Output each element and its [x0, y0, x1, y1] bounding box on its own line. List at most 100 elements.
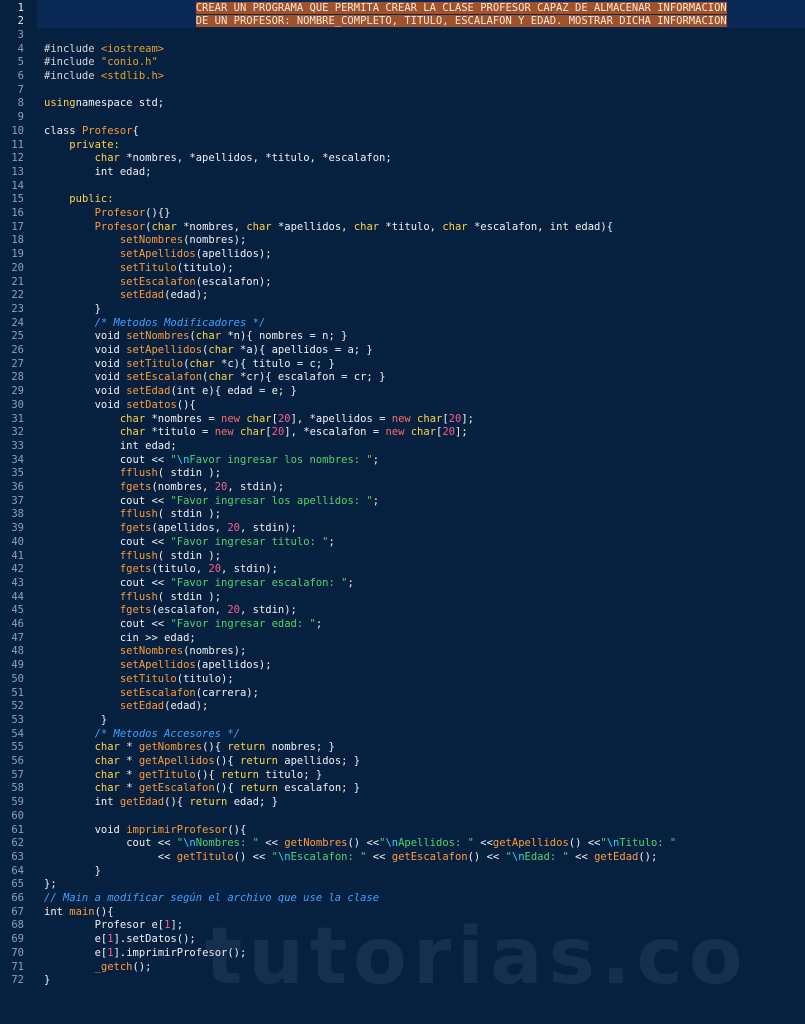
code-token: ; — [315, 618, 323, 630]
line-number: 15 — [11, 193, 24, 206]
line-code: } — [44, 974, 50, 988]
line-code: void setEdad(int e){ edad = e; } — [44, 385, 297, 399]
line-code: DE UN PROFESOR: NOMBRE_COMPLETO, TITULO,… — [44, 15, 727, 29]
line-number: 72 — [11, 974, 24, 987]
code-token: int edad; — [94, 165, 152, 178]
line-number: 12 — [11, 152, 24, 165]
code-token: (nombres); — [183, 645, 247, 658]
code-token: char — [151, 220, 177, 233]
code-token: edad; } — [227, 796, 278, 809]
code-token: using — [44, 97, 76, 110]
code-token: setNombres — [119, 645, 184, 658]
code-token: char — [353, 220, 380, 233]
line-code: void imprimirProfesor(){ — [44, 823, 247, 838]
code-token: \n — [511, 850, 525, 863]
code-token: (titulo); — [176, 672, 234, 685]
line-code: cin >> edad; — [44, 632, 196, 646]
code-token: nombres; } — [265, 741, 335, 754]
line-number: 40 — [11, 535, 24, 548]
code-token: int edad; — [119, 439, 177, 452]
code-token: ( stdin ); — [157, 508, 222, 521]
code-token: ; — [328, 535, 335, 548]
code-token: (){ — [214, 782, 240, 795]
code-token: <iostream> — [100, 42, 165, 55]
line-code: setApellidos(apellidos); — [44, 659, 272, 673]
code-token: (apellidos); — [195, 659, 272, 672]
code-token: main — [69, 905, 95, 918]
line-number: 69 — [11, 933, 24, 946]
code-token: << — [473, 837, 493, 850]
code-token: (){ — [214, 755, 240, 767]
line-number: 64 — [11, 864, 24, 877]
code-token: *c){ titulo = c; } — [214, 357, 335, 370]
code-token: } — [94, 864, 101, 877]
line-number: 35 — [11, 467, 24, 480]
line-code: } — [44, 303, 101, 317]
code-token: (nombres); — [183, 234, 247, 247]
line-number: 51 — [11, 686, 24, 699]
code-token: * — [119, 768, 139, 781]
line-number: 46 — [11, 618, 24, 630]
code-token: getEscalafon — [138, 782, 215, 795]
code-token: "Favor ingresar escalafon: " — [170, 576, 348, 589]
line-code: void setApellidos(char *a){ apellidos = … — [44, 344, 373, 358]
line-number: 21 — [11, 275, 24, 288]
line-code: /* Metodos Accesores */ — [44, 728, 240, 742]
line-number: 44 — [11, 590, 24, 603]
code-token: new — [221, 412, 240, 425]
line-code: Profesor(char *nombres, char *apellidos,… — [44, 221, 613, 235]
line-code: setTitulo(titulo); — [44, 673, 234, 687]
line-code: int edad; — [44, 165, 152, 180]
line-code: char *nombres = new char[20], *apellidos… — [44, 413, 474, 427]
line-number: 61 — [11, 823, 24, 836]
line-number: 37 — [11, 494, 24, 507]
line-number: 43 — [11, 576, 24, 589]
line-code: char * getEscalafon(){ return escalafon;… — [44, 782, 361, 796]
line-number: 29 — [11, 385, 24, 398]
code-token: *nombres, — [176, 220, 247, 233]
code-token: *apellidos, — [271, 220, 354, 233]
code-token: ]; — [170, 919, 184, 932]
line-code: setApellidos(apellidos); — [44, 248, 272, 262]
code-token: Apellidos: " — [398, 837, 474, 850]
code-token: imprimirProfesor — [126, 823, 228, 836]
code-token: setEscalafon — [119, 275, 196, 288]
line-number: 30 — [11, 398, 24, 411]
code-token: (apellidos); — [195, 248, 272, 261]
code-token: 20 — [227, 522, 240, 535]
code-token: setNombres — [126, 330, 190, 343]
line-code: cout << "Favor ingresar los apellidos: "… — [44, 495, 379, 509]
code-token: (carrera); — [195, 686, 259, 699]
code-token: "Favor ingresar los apellidos: " — [170, 494, 373, 507]
code-token: *titulo = — [145, 426, 215, 439]
line-code: class Profesor{ — [44, 125, 139, 139]
code-token: ]; — [455, 426, 468, 439]
code-token: setEscalafon — [119, 686, 196, 699]
line-number: 19 — [11, 248, 24, 261]
code-token: setApellidos — [119, 248, 196, 261]
line-code: void setTitulo(char *c){ titulo = c; } — [44, 358, 335, 372]
line-number: 62 — [11, 837, 24, 850]
line-number: 7 — [17, 83, 24, 96]
line-code: setTitulo(titulo); — [44, 262, 234, 276]
code-token: * — [119, 755, 139, 767]
code-token: 20 — [214, 481, 228, 493]
code-token: // Main a modificar según el archivo que… — [44, 892, 380, 904]
line-number: 47 — [11, 631, 24, 644]
line-number: 31 — [11, 412, 24, 425]
code-token: << — [568, 850, 595, 863]
code-token: (); — [638, 850, 658, 863]
line-code: setEdad(edad); — [44, 700, 209, 714]
code-token: Profesor — [94, 207, 146, 219]
code-token: , stdin); — [239, 604, 297, 617]
code-token: escalafon; } — [277, 782, 361, 795]
code-token: *cr){ escalafon = cr; } — [233, 371, 386, 384]
code-token: void — [94, 398, 127, 411]
code-token: 20 — [448, 412, 462, 425]
code-token: char — [240, 426, 266, 439]
code-token: int — [44, 905, 70, 918]
code-editor[interactable]: 1 CREAR UN PROGRAMA QUE PERMITA CREAR LA… — [0, 0, 805, 1024]
line-number: 60 — [11, 809, 24, 822]
line-number: 50 — [11, 672, 24, 685]
line-number: 17 — [11, 220, 24, 233]
